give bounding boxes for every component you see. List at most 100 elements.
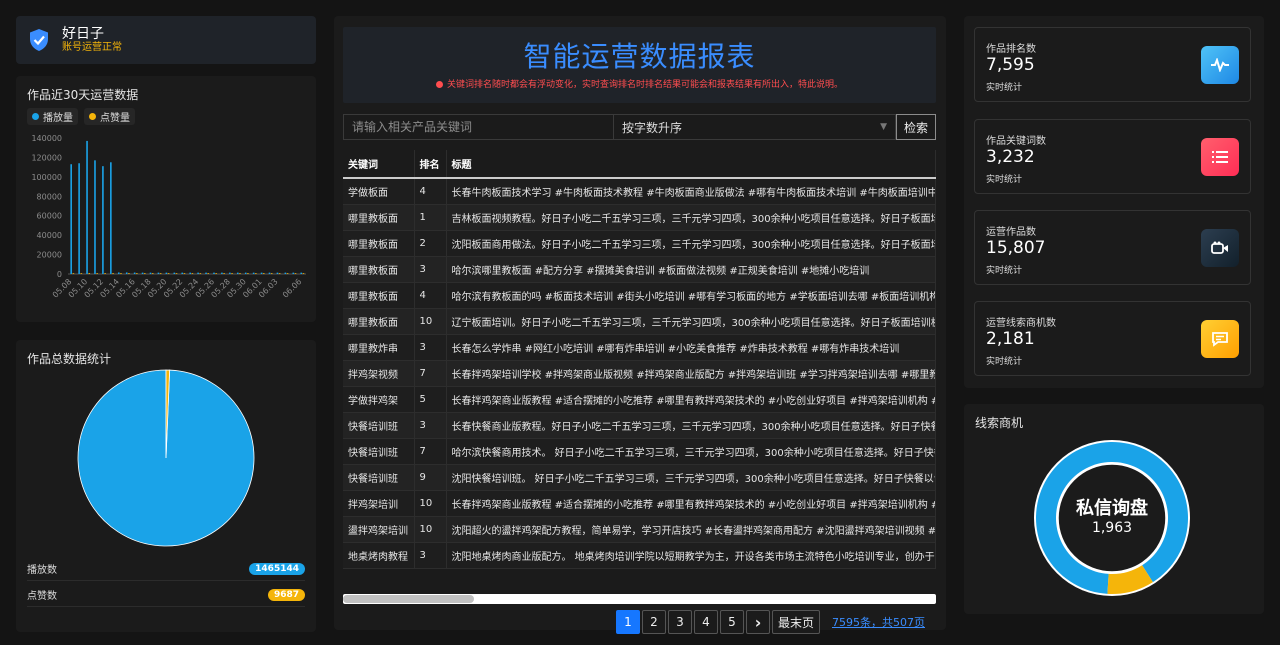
kpi-label: 运营线索商机数: [986, 318, 1056, 329]
table-row[interactable]: 哪里教炸串 3 长春怎么学炸串 #网红小吃培训 #哪有炸串培训 #小吃美食推荐 #炸…: [343, 334, 936, 361]
bar-plays: [276, 272, 279, 274]
kpi-value: 7,595: [986, 55, 1035, 75]
table-row[interactable]: 地桌烤肉教程 3 沈阳地桌烤肉商业版配方。 地桌烤肉培训学院以短期教学为主，开设各类…: [343, 542, 936, 569]
column-header-title[interactable]: 标题: [446, 150, 936, 179]
stat-label: 点赞数: [27, 591, 57, 602]
ranking-table: 关键词 排名 标题 学做板面 4 长春牛肉板面技术学习 #牛肉板面技术教程 #牛肉板…: [343, 150, 936, 590]
bar-plays: [149, 272, 152, 274]
bar-plays: [117, 272, 120, 274]
horizontal-scrollbar[interactable]: [343, 594, 936, 604]
title-cell: 长春拌鸡架商业版教程 #适合摆摊的小吃推荐 #哪里有教拌鸡架技术的 #小吃创业好…: [446, 386, 936, 413]
y-tick-label: 40000: [37, 231, 62, 240]
chevron-down-icon: ▼: [880, 122, 887, 132]
title-cell: 哈尔滨快餐商用技术。 好日子小吃二千五学习三项，三千元学习四项，300余种小吃项…: [446, 438, 936, 465]
kpi-value: 2,181: [986, 329, 1035, 349]
total-count-link[interactable]: 7595条，共507页: [832, 614, 925, 630]
bar-plays: [165, 272, 168, 274]
table-row[interactable]: 哪里教板面 10 辽宁板面培训。好日子小吃二千五学习三项，三千元学习四项，300余种…: [343, 308, 936, 335]
bar-likes: [286, 273, 289, 274]
bar-likes: [72, 273, 75, 274]
report-panel: 智能运营数据报表 关键词排名随时都会有浮动变化，实时查询排名时排名结果可能会和报…: [334, 16, 946, 634]
notice-dot-icon: [435, 81, 443, 88]
bar-plays: [244, 272, 247, 274]
page-button-2[interactable]: 2: [642, 610, 666, 634]
bar-likes: [207, 273, 210, 274]
last-page-button[interactable]: 最末页: [772, 610, 820, 634]
bar-plays: [292, 272, 295, 274]
kpi-value: 15,807: [986, 238, 1046, 258]
next-page-button[interactable]: ›: [746, 610, 770, 634]
rank-cell: 10: [414, 516, 447, 543]
table-row[interactable]: 哪里教板面 4 哈尔滨有教板面的吗 #板面技术培训 #街头小吃培训 #哪有学习板面的…: [343, 282, 936, 309]
bar-plays: [252, 272, 255, 274]
bar-likes: [120, 273, 122, 274]
bar-plays: [300, 272, 303, 274]
legend-item-likes[interactable]: 点赞量: [84, 108, 135, 125]
table-row[interactable]: 盪拌鸡架培训 10 沈阳超火的盪拌鸡架配方教程，简单易学，学习开店技巧 #长春盪拌鸡…: [343, 516, 936, 543]
page-button-5[interactable]: 5: [720, 610, 744, 634]
account-status: 账号运营正常: [62, 42, 122, 53]
table-row[interactable]: 快餐培训班 3 长春快餐商业版教程。好日子小吃二千五学习三项，三千元学习四项，300…: [343, 412, 936, 439]
table-row[interactable]: 快餐培训班 9 沈阳快餐培训班。 好日子小吃二千五学习三项，三千元学习四项，300余…: [343, 464, 936, 491]
bar-likes: [175, 273, 178, 274]
legend-label: 点赞量: [100, 113, 130, 124]
column-header-rank[interactable]: 排名: [414, 150, 447, 179]
table-row[interactable]: 拌鸡架培训 10 长春拌鸡架商业版教程 #适合摆摊的小吃推荐 #哪里有教拌鸡架技术的…: [343, 490, 936, 517]
legend-item-plays[interactable]: 播放量: [27, 108, 78, 125]
bar-likes: [247, 273, 249, 274]
title-cell: 沈阳板面商用做法。好日子小吃二千五学习三项，三千元学习四项，300余种小吃项目任…: [446, 230, 936, 257]
bar-plays: [125, 272, 128, 274]
table-row[interactable]: 学做拌鸡架 5 长春拌鸡架商业版教程 #适合摆摊的小吃推荐 #哪里有教拌鸡架技术的 …: [343, 386, 936, 413]
bar-likes: [183, 273, 186, 274]
sort-select[interactable]: 按字数升序 ▼: [614, 114, 896, 140]
title-cell: 长春牛肉板面技术学习 #牛肉板面技术教程 #牛肉板面商业版做法 #哪有牛肉板面技…: [446, 178, 936, 205]
y-tick-label: 140000: [31, 134, 62, 143]
donut-center-value: 1,963: [1091, 520, 1133, 536]
rank-cell: 10: [414, 308, 447, 335]
bar-plays: [268, 272, 271, 274]
notice-text: 关键词排名随时都会有浮动变化，实时查询排名时排名结果可能会和报表结果有所出入，特…: [343, 77, 936, 90]
table-row[interactable]: 哪里教板面 2 沈阳板面商用做法。好日子小吃二千五学习三项，三千元学习四项，300余…: [343, 230, 936, 257]
bar-likes: [151, 273, 154, 274]
keyword-search-input[interactable]: [343, 114, 614, 140]
bar-likes: [223, 273, 225, 274]
bar-plays: [94, 160, 96, 274]
page-button-3[interactable]: 3: [668, 610, 692, 634]
likes-badge: 9687: [267, 588, 305, 601]
kpi-sub: 实时统计: [986, 357, 1023, 367]
rank-cell: 5: [414, 386, 447, 413]
table-row[interactable]: 哪里教板面 3 哈尔滨哪里教板面 #配方分享 #摆摊美食培训 #板面做法视频 #正规…: [343, 256, 936, 283]
bar-likes: [255, 273, 257, 274]
rank-cell: 10: [414, 490, 447, 517]
column-header-keyword[interactable]: 关键词: [343, 150, 415, 179]
kpi-label: 作品关键词数: [986, 136, 1046, 147]
rank-cell: 9: [414, 464, 447, 491]
page-button-4[interactable]: 4: [694, 610, 718, 634]
brand-name: 好日子: [62, 26, 104, 42]
table-row[interactable]: 学做板面 4 长春牛肉板面技术学习 #牛肉板面技术教程 #牛肉板面商业版做法 #哪有…: [343, 178, 936, 205]
kpi-label: 运营作品数: [986, 227, 1036, 238]
rank-cell: 3: [414, 412, 447, 439]
chart-title: 作品近30天运营数据: [27, 88, 139, 102]
bar-likes: [231, 273, 233, 274]
bar-likes: [136, 273, 138, 274]
page-button-1[interactable]: 1: [616, 610, 640, 634]
notice-message: 关键词排名随时都会有浮动变化，实时查询排名时排名结果可能会和报表结果有所出入，特…: [446, 80, 843, 90]
keyword-cell: 哪里教板面: [343, 256, 415, 283]
bar-plays: [213, 272, 215, 274]
title-cell: 长春拌鸡架培训学校 #拌鸡架商业版视频 #拌鸡架商业版配方 #拌鸡架培训班 #学…: [446, 360, 936, 387]
table-row[interactable]: 哪里教板面 1 吉林板面视频教程。好日子小吃二千五学习三项，三千元学习四项，300余…: [343, 204, 936, 231]
table-row[interactable]: 拌鸡架视频 7 长春拌鸡架培训学校 #拌鸡架商业版视频 #拌鸡架商业版配方 #拌鸡架…: [343, 360, 936, 387]
table-row[interactable]: 快餐培训班 7 哈尔滨快餐商用技术。 好日子小吃二千五学习三项，三千元学习四项，30…: [343, 438, 936, 465]
bar-plays: [197, 272, 199, 274]
scrollbar-thumb[interactable]: [343, 595, 474, 603]
pagination: 1 2 3 4 5 › 最末页 7595条，共507页: [616, 610, 925, 634]
bar-likes: [302, 273, 305, 274]
y-tick-label: 60000: [37, 212, 62, 221]
keyword-cell: 盪拌鸡架培训: [343, 516, 415, 543]
kpi-card-leads: 运营线索商机数 2,181 实时统计: [974, 301, 1251, 376]
search-button[interactable]: 检索: [896, 114, 936, 140]
bar-plays: [110, 162, 112, 274]
totals-title: 作品总数据统计: [27, 352, 112, 366]
bar-plays: [260, 272, 263, 274]
